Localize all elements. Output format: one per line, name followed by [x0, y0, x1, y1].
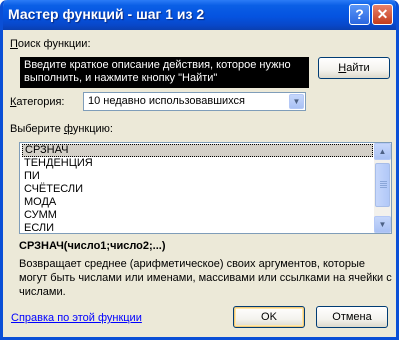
function-list[interactable]: СРЗНАЧ ТЕНДЕНЦИЯ ПИ СЧЁТЕСЛИ МОДА СУММ Е… — [19, 142, 392, 234]
list-item[interactable]: СУММ — [22, 209, 373, 222]
function-list-label: Выберите функцию: — [10, 123, 113, 135]
find-button[interactable]: Найти — [318, 57, 390, 79]
window-title: Мастер функций - шаг 1 из 2 — [8, 6, 205, 22]
category-select[interactable]: 10 недавно использовавшихся ▼ — [83, 92, 306, 111]
chevron-down-icon[interactable]: ▼ — [289, 94, 304, 109]
scroll-up-button[interactable]: ▲ — [374, 143, 391, 160]
list-item[interactable]: ТЕНДЕНЦИЯ — [22, 157, 373, 170]
help-link[interactable]: Справка по этой функции — [11, 312, 142, 324]
scroll-down-button[interactable]: ▼ — [374, 216, 391, 233]
vertical-scrollbar[interactable]: ▲ ▼ — [374, 143, 391, 233]
question-icon: ? — [355, 6, 364, 22]
close-icon: ✕ — [376, 6, 389, 22]
close-button[interactable]: ✕ — [372, 4, 393, 25]
function-description: Возвращает среднее (арифметическое) свои… — [19, 258, 392, 298]
category-label: Категория: — [10, 96, 65, 108]
function-signature: СРЗНАЧ(число1;число2;...) — [19, 240, 166, 252]
list-item[interactable]: ПИ — [22, 170, 373, 183]
list-item[interactable]: ЕСЛИ — [22, 222, 373, 233]
search-input[interactable]: Введите краткое описание действия, котор… — [20, 57, 309, 88]
list-item[interactable]: СЧЁТЕСЛИ — [22, 183, 373, 196]
ok-button[interactable]: OK — [233, 306, 305, 328]
cancel-button[interactable]: Отмена — [316, 306, 388, 328]
list-item[interactable]: МОДА — [22, 196, 373, 209]
category-value: 10 недавно использовавшихся — [88, 95, 246, 107]
help-button[interactable]: ? — [349, 4, 370, 25]
search-label: Поиск функции: — [10, 38, 91, 50]
title-bar[interactable]: Мастер функций - шаг 1 из 2 ? ✕ — [3, 0, 396, 30]
scroll-thumb[interactable] — [375, 163, 390, 207]
list-item[interactable]: СРЗНАЧ — [22, 144, 373, 157]
function-wizard-dialog: Мастер функций - шаг 1 из 2 ? ✕ Поиск фу… — [0, 0, 399, 340]
